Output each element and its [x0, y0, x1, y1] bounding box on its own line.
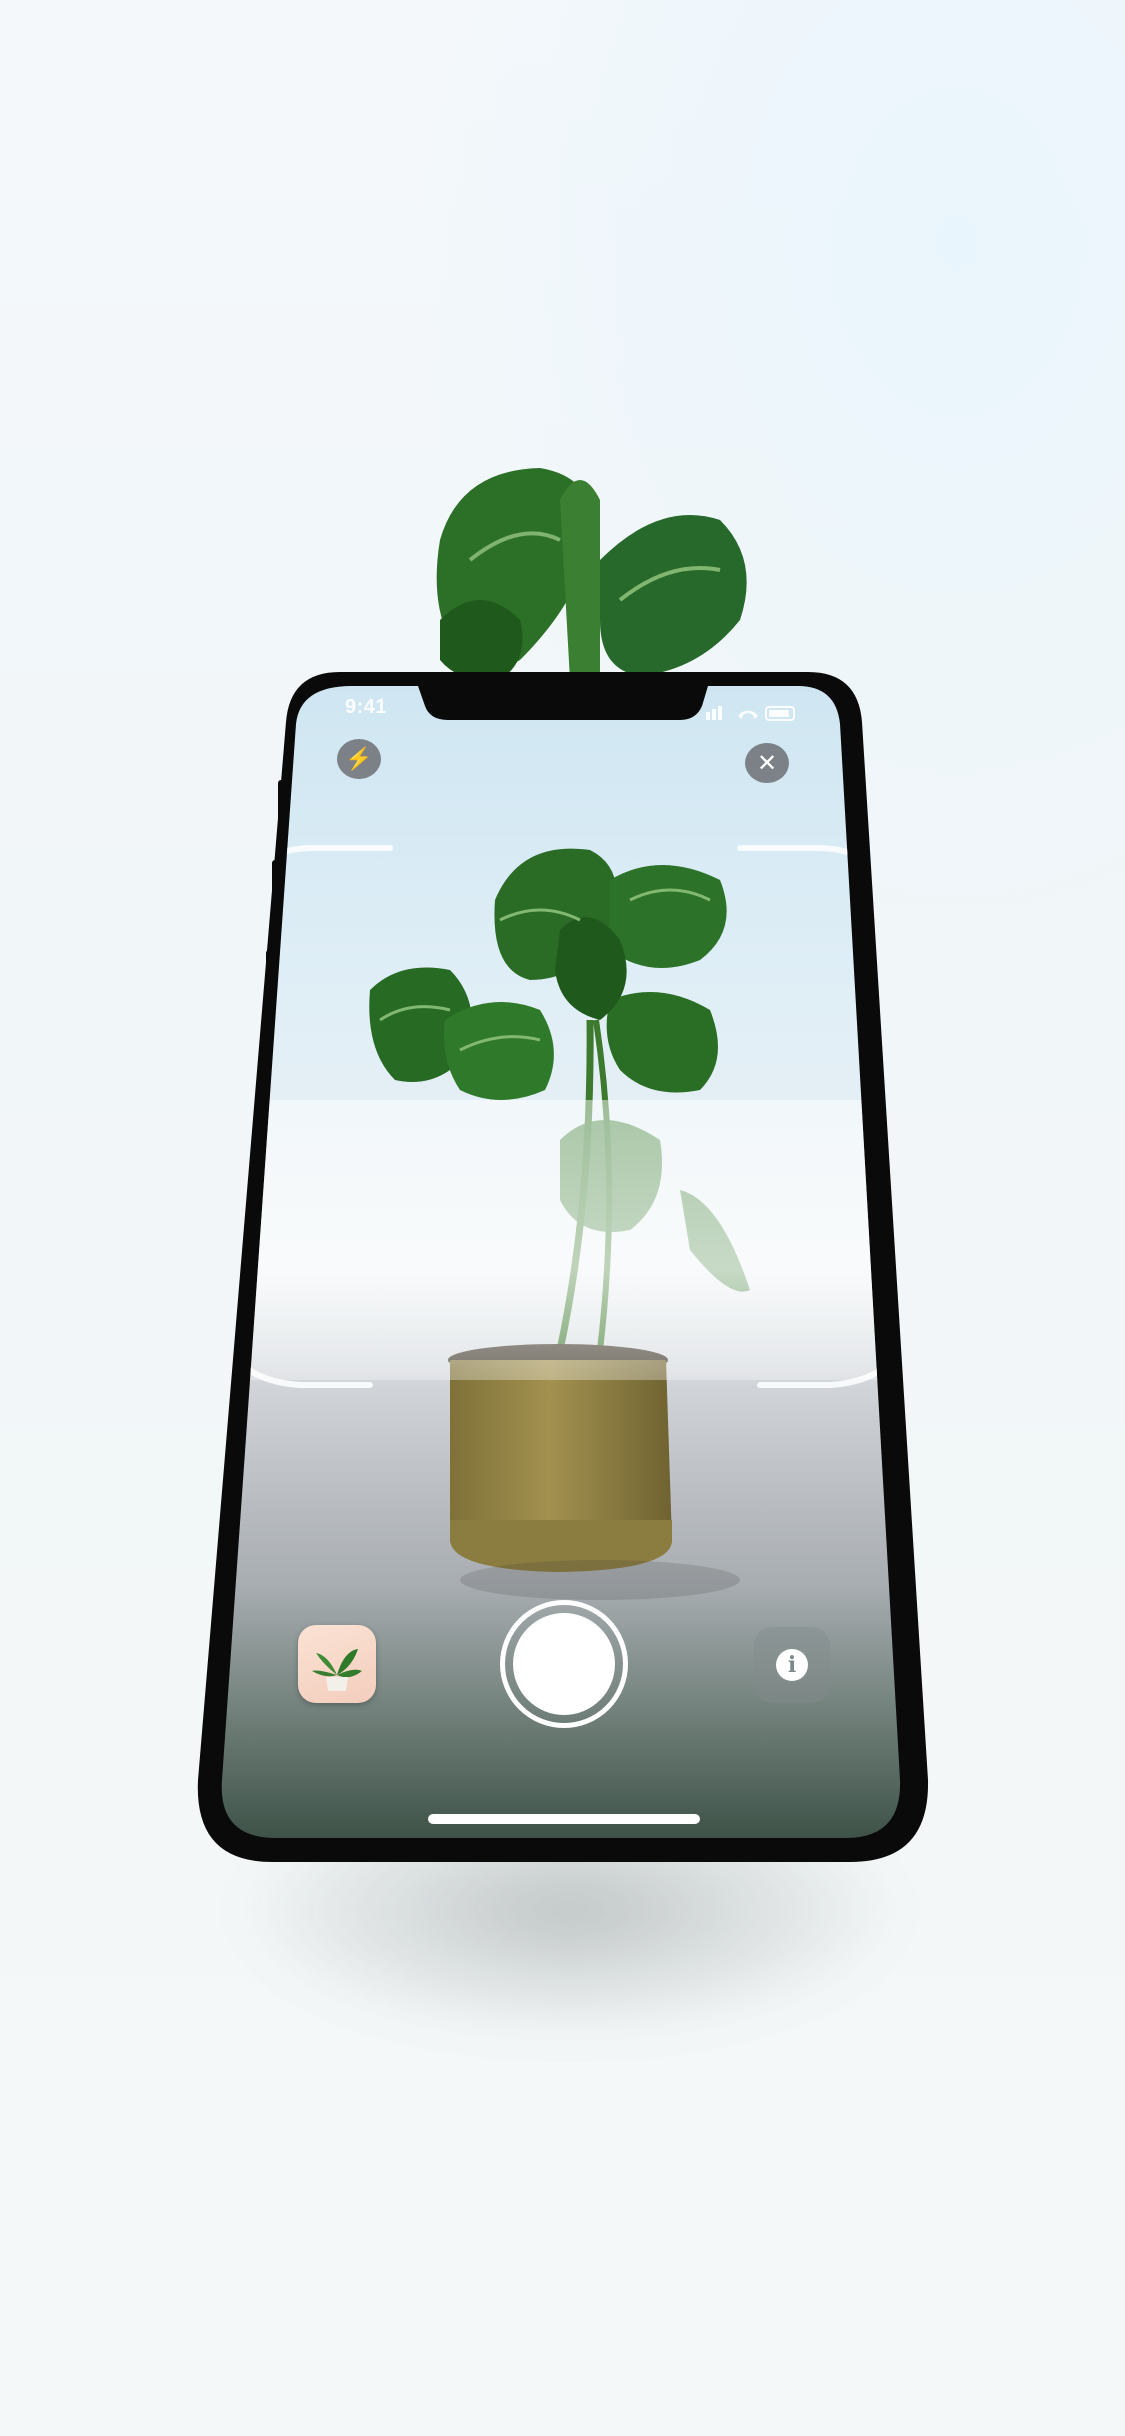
- shutter-button[interactable]: [500, 1600, 628, 1728]
- close-icon: ✕: [756, 749, 778, 777]
- info-button[interactable]: i: [754, 1627, 830, 1703]
- phone-illustration: [197, 468, 929, 1862]
- home-indicator[interactable]: [428, 1814, 700, 1824]
- marketing-scene: 9:41 ⚡ ✕ i: [0, 0, 1125, 2436]
- close-button[interactable]: ✕: [745, 743, 789, 783]
- status-time: 9:41: [345, 696, 388, 718]
- lightning-bolt-icon: ⚡: [345, 746, 373, 771]
- top-plant-leaves: [436, 468, 747, 681]
- glass-overlay: [221, 1100, 901, 1380]
- info-icon: i: [776, 1649, 808, 1681]
- flash-toggle-button[interactable]: ⚡: [337, 739, 381, 779]
- gallery-thumbnail-button[interactable]: [298, 1625, 376, 1703]
- notch: [418, 686, 708, 720]
- shutter-inner: [513, 1613, 615, 1715]
- plant-thumbnail-icon: [312, 1649, 362, 1691]
